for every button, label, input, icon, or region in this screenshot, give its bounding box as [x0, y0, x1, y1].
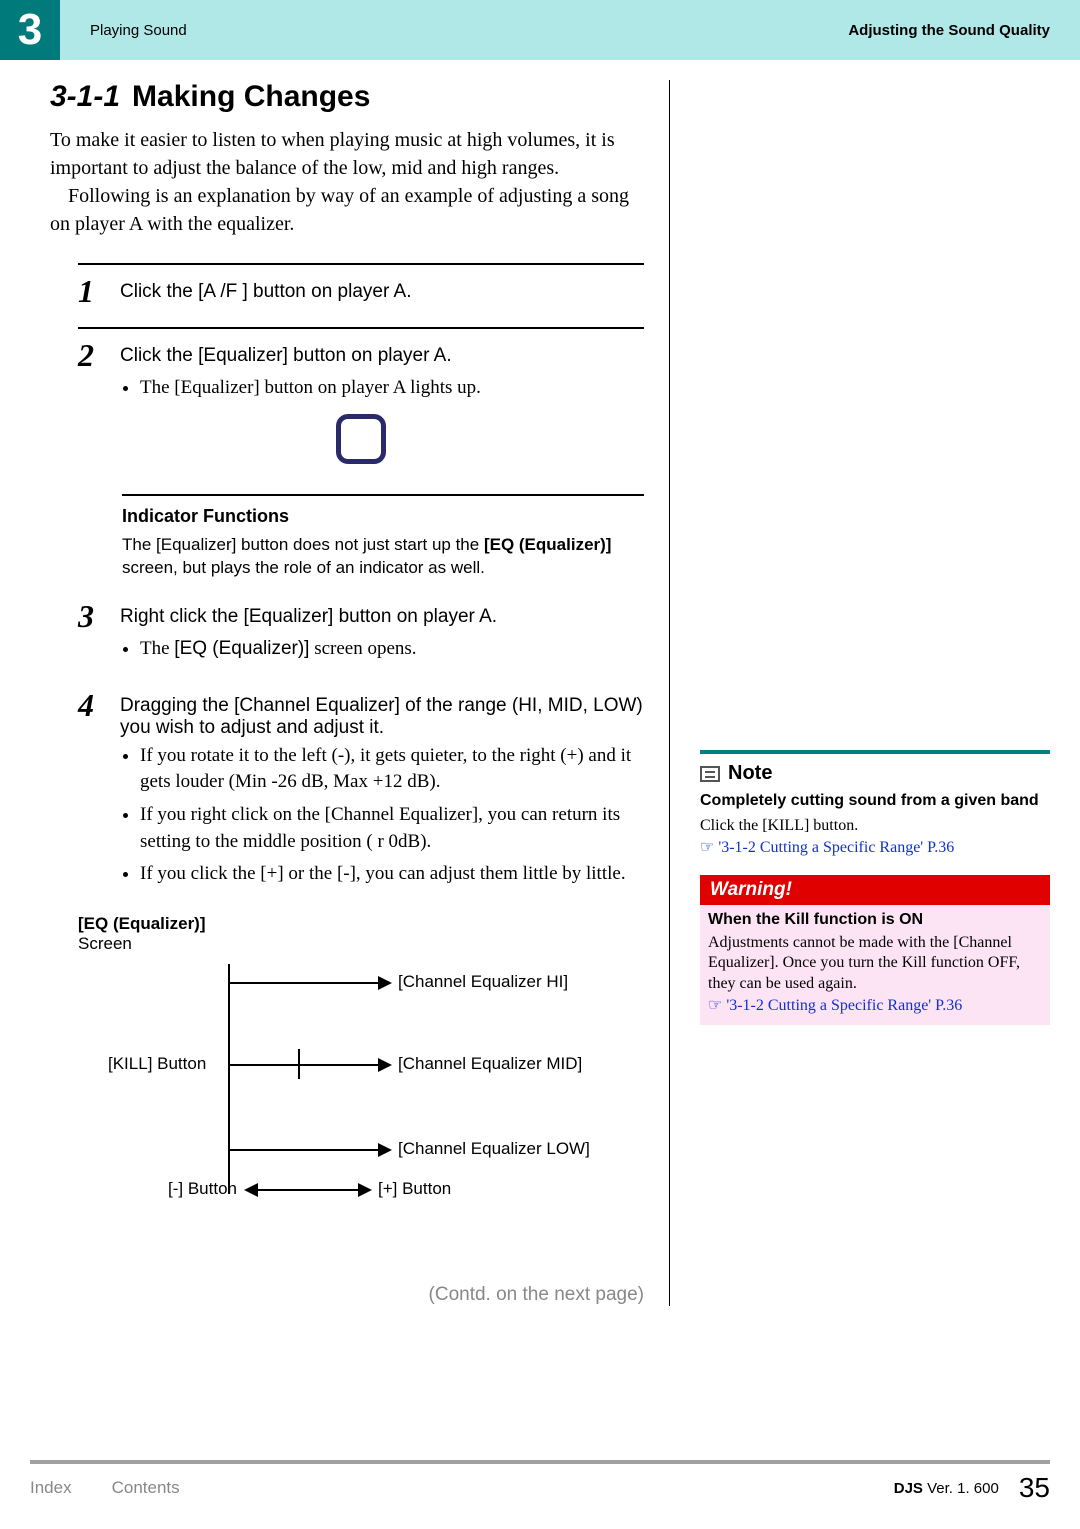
footer-bar: Index Contents DJS Ver. 1. 600 35: [30, 1460, 1050, 1504]
note-heading: Note: [728, 762, 772, 785]
breadcrumb-right: Adjusting the Sound Quality: [848, 22, 1050, 39]
step-number: 1: [78, 275, 106, 307]
warning-heading: Warning!: [700, 875, 1050, 905]
step-sub-item: If you click the [+] or the [-], you can…: [140, 861, 644, 888]
diagram-label-plus: [+] Button: [378, 1179, 451, 1199]
step-title: Click the [A /F ] button on player A.: [120, 275, 412, 303]
step-4: 4 Dragging the [Channel Equalizer] of th…: [78, 689, 644, 914]
intro-paragraph: To make it easier to listen to when play…: [50, 126, 644, 238]
footer-version: DJS Ver. 1. 600: [894, 1480, 999, 1497]
equalizer-button-icon: [336, 414, 386, 464]
diagram-label-minus: [-] Button: [168, 1179, 237, 1199]
step-number: 3: [78, 600, 106, 632]
eq-screen-sublabel: Screen: [78, 934, 644, 954]
diagram-label-kill: [KILL] Button: [108, 1054, 206, 1074]
step-title: Click the [Equalizer] button on player A…: [120, 339, 452, 367]
diagram-label-ch-mid: [Channel Equalizer MID]: [398, 1054, 582, 1074]
step-sub-item: If you right click on the [Channel Equal…: [140, 802, 644, 855]
section-number: 3-1-1: [50, 80, 120, 113]
step-sub-item: If you rotate it to the left (-), it get…: [140, 743, 644, 796]
step-sub-item: The [Equalizer] button on player A light…: [140, 375, 644, 402]
step-1: 1 Click the [A /F ] button on player A.: [78, 263, 644, 327]
warning-subheading: When the Kill function is ON: [700, 905, 1050, 933]
side-column: Note Completely cutting sound from a giv…: [700, 80, 1050, 1306]
chapter-badge: 3: [0, 0, 60, 60]
top-banner: 3 Playing Sound Adjusting the Sound Qual…: [0, 0, 1080, 60]
eq-screen-label: [EQ (Equalizer)]: [78, 914, 644, 934]
intro-text-2: Following is an explanation by way of an…: [50, 185, 629, 235]
note-icon: [700, 766, 720, 782]
step-3: 3 Right click the [Equalizer] button on …: [78, 580, 644, 689]
warning-body: Adjustments cannot be made with the [Cha…: [700, 933, 1050, 995]
footer-page-number: 35: [1019, 1472, 1050, 1504]
section-heading: 3-1-1 Making Changes: [50, 80, 644, 114]
breadcrumb-left: Playing Sound: [90, 22, 848, 39]
warning-box: Warning! When the Kill function is ON Ad…: [700, 875, 1050, 1025]
step-sub-item: The [EQ (Equalizer)] screen opens.: [140, 636, 644, 663]
step-number: 4: [78, 689, 106, 721]
note-body: Click the [KILL] button.: [700, 816, 1050, 837]
note-link[interactable]: ☞ '3-1-2 Cutting a Specific Range' P.36: [700, 837, 1050, 857]
indicator-heading: Indicator Functions: [122, 506, 644, 527]
footer-contents-link[interactable]: Contents: [112, 1478, 180, 1498]
diagram-label-ch-hi: [Channel Equalizer HI]: [398, 972, 568, 992]
step-title: Dragging the [Channel Equalizer] of the …: [120, 689, 644, 739]
indicator-block: Indicator Functions The [Equalizer] butt…: [122, 494, 644, 581]
step-title: Right click the [Equalizer] button on pl…: [120, 600, 497, 628]
indicator-text: The [Equalizer] button does not just sta…: [122, 533, 644, 581]
step-number: 2: [78, 339, 106, 371]
main-column: 3-1-1 Making Changes To make it easier to…: [50, 80, 670, 1306]
eq-diagram: [Channel Equalizer HI] [KILL] Button [Ch…: [78, 964, 644, 1244]
footer-index-link[interactable]: Index: [30, 1478, 72, 1498]
note-heading-row: Note: [700, 762, 1050, 785]
note-subheading: Completely cutting sound from a given ba…: [700, 791, 1050, 812]
section-title: Making Changes: [132, 80, 370, 113]
diagram-label-ch-low: [Channel Equalizer LOW]: [398, 1139, 590, 1159]
warning-link[interactable]: ☞ '3-1-2 Cutting a Specific Range' P.36: [700, 995, 1050, 1015]
side-divider: [700, 750, 1050, 754]
continued-text: (Contd. on the next page): [78, 1284, 644, 1306]
step-2: 2 Click the [Equalizer] button on player…: [78, 327, 644, 484]
intro-text-1: To make it easier to listen to when play…: [50, 129, 615, 179]
